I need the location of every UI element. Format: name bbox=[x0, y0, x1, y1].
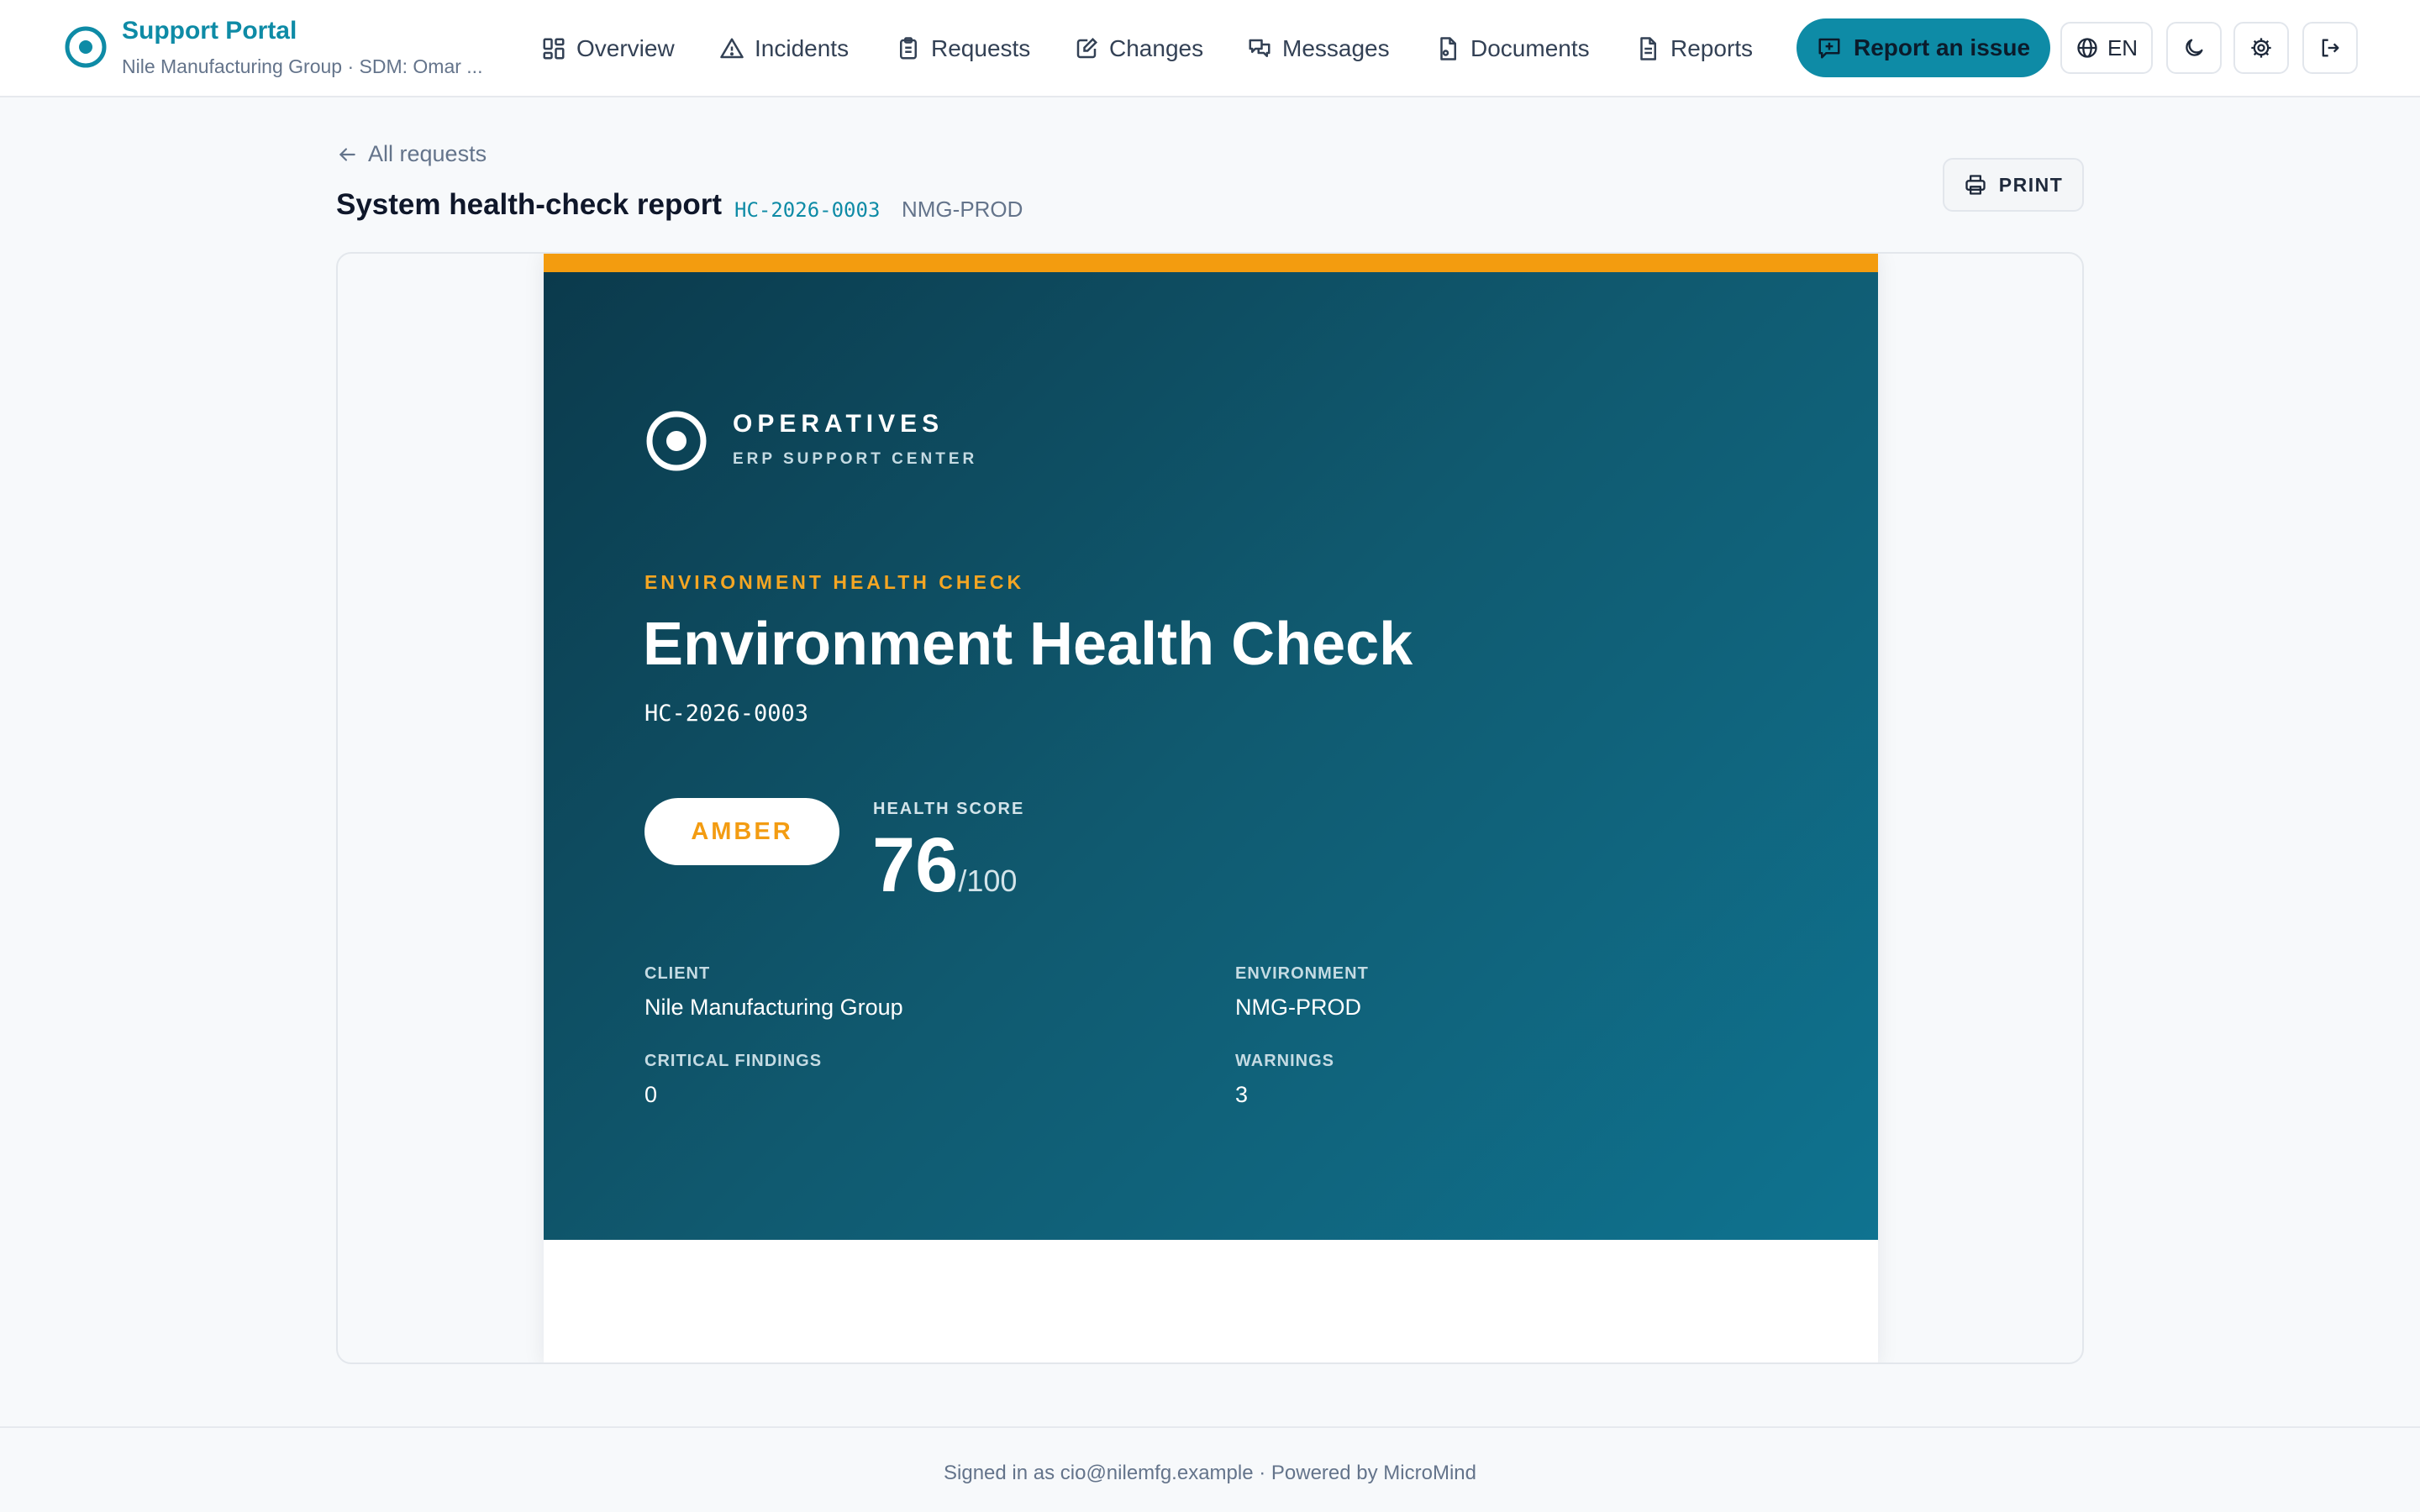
report-file-icon bbox=[1640, 37, 1656, 60]
status-badge: AMBER bbox=[644, 798, 839, 865]
health-score-value: 76 bbox=[872, 822, 959, 908]
health-score-max: /100 bbox=[958, 864, 1018, 898]
theme-toggle-button[interactable] bbox=[2166, 22, 2222, 74]
chat-bubbles-icon bbox=[1249, 39, 1270, 57]
edit-document-icon bbox=[1076, 37, 1098, 59]
request-code: HC-2026-0003 bbox=[734, 198, 881, 222]
top-navigation-bar: Support Portal Nile Manufacturing Group … bbox=[0, 0, 2420, 97]
nav-reports-label: Reports bbox=[1670, 35, 1754, 61]
report-issue-button[interactable]: Report an issue bbox=[1797, 18, 2050, 77]
footer-text: Signed in as cio@nilemfg.example · Power… bbox=[944, 1462, 1476, 1484]
nav-changes-label: Changes bbox=[1109, 35, 1204, 61]
document-icon bbox=[1440, 37, 1456, 60]
client-value: Nile Manufacturing Group bbox=[644, 995, 903, 1020]
arrow-left-icon bbox=[339, 147, 355, 161]
status-accent-strip bbox=[544, 254, 1878, 272]
critical-findings-value: 0 bbox=[644, 1082, 658, 1107]
environment-label: ENVIRONMENT bbox=[1235, 964, 1369, 983]
logout-icon bbox=[2322, 39, 2339, 57]
report-issue-label: Report an issue bbox=[1853, 34, 2031, 60]
operatives-logo-icon bbox=[646, 411, 707, 471]
report-viewer-frame[interactable]: OPERATIVES ERP SUPPORT CENTER ENVIRONMEN… bbox=[336, 252, 2084, 1364]
nav-messages-label: Messages bbox=[1282, 35, 1390, 61]
moon-icon bbox=[2186, 39, 2203, 56]
printer-icon bbox=[1965, 175, 1986, 195]
page-title: System health-check report bbox=[336, 188, 723, 221]
clipboard-icon bbox=[900, 37, 917, 60]
nav-messages[interactable]: Messages bbox=[1247, 30, 1390, 67]
environment-value: NMG-PROD bbox=[1235, 995, 1361, 1020]
warnings-label: WARNINGS bbox=[1235, 1052, 1334, 1070]
client-label: CLIENT bbox=[644, 964, 711, 983]
warnings-value: 3 bbox=[1235, 1082, 1249, 1107]
nav-overview[interactable]: Overview bbox=[541, 30, 675, 67]
report-cover: OPERATIVES ERP SUPPORT CENTER ENVIRONMEN… bbox=[544, 272, 1878, 1240]
report-brand-tagline: ERP SUPPORT CENTER bbox=[733, 450, 978, 468]
back-to-requests-link[interactable]: All requests bbox=[336, 141, 487, 167]
grid-icon bbox=[543, 38, 565, 60]
portal-subtitle: Nile Manufacturing Group · SDM: Omar ... bbox=[122, 55, 483, 77]
nav-overview-label: Overview bbox=[576, 35, 675, 61]
health-score-label: HEALTH SCORE bbox=[873, 800, 1025, 818]
critical-findings-label: CRITICAL FINDINGS bbox=[644, 1052, 823, 1070]
nav-changes[interactable]: Changes bbox=[1074, 30, 1203, 67]
nav-requests-label: Requests bbox=[931, 35, 1031, 61]
environment-tag: NMG-PROD bbox=[902, 197, 1023, 222]
message-plus-icon bbox=[1818, 38, 1840, 59]
language-button[interactable]: EN bbox=[2060, 22, 2153, 74]
report-title: Environment Health Check bbox=[643, 611, 1413, 678]
warning-triangle-icon bbox=[720, 38, 744, 59]
language-label: EN bbox=[2107, 34, 2139, 60]
nav-requests[interactable]: Requests bbox=[896, 30, 1030, 67]
nav-documents[interactable]: Documents bbox=[1435, 30, 1590, 67]
health-score: 76/100 bbox=[872, 827, 1017, 904]
portal-logo-icon bbox=[65, 26, 107, 68]
print-label: PRINT bbox=[1998, 173, 2064, 196]
portal-title[interactable]: Support Portal bbox=[122, 17, 297, 45]
globe-icon bbox=[2077, 38, 2097, 58]
page-footer: Signed in as cio@nilemfg.example · Power… bbox=[0, 1426, 2420, 1512]
report-brand-name: OPERATIVES bbox=[733, 410, 944, 438]
report-code: HC-2026-0003 bbox=[644, 701, 809, 727]
logout-button[interactable] bbox=[2302, 22, 2358, 74]
print-button[interactable]: PRINT bbox=[1943, 158, 2084, 212]
report-page: OPERATIVES ERP SUPPORT CENTER ENVIRONMEN… bbox=[544, 254, 1878, 1362]
nav-documents-label: Documents bbox=[1470, 35, 1590, 61]
gear-icon bbox=[2251, 38, 2271, 58]
report-eyebrow: ENVIRONMENT HEALTH CHECK bbox=[644, 571, 1025, 593]
nav-incidents-label: Incidents bbox=[755, 35, 850, 61]
back-link-label: All requests bbox=[368, 141, 487, 166]
nav-reports[interactable]: Reports bbox=[1635, 30, 1753, 67]
nav-incidents[interactable]: Incidents bbox=[719, 30, 849, 67]
settings-button[interactable] bbox=[2233, 22, 2289, 74]
